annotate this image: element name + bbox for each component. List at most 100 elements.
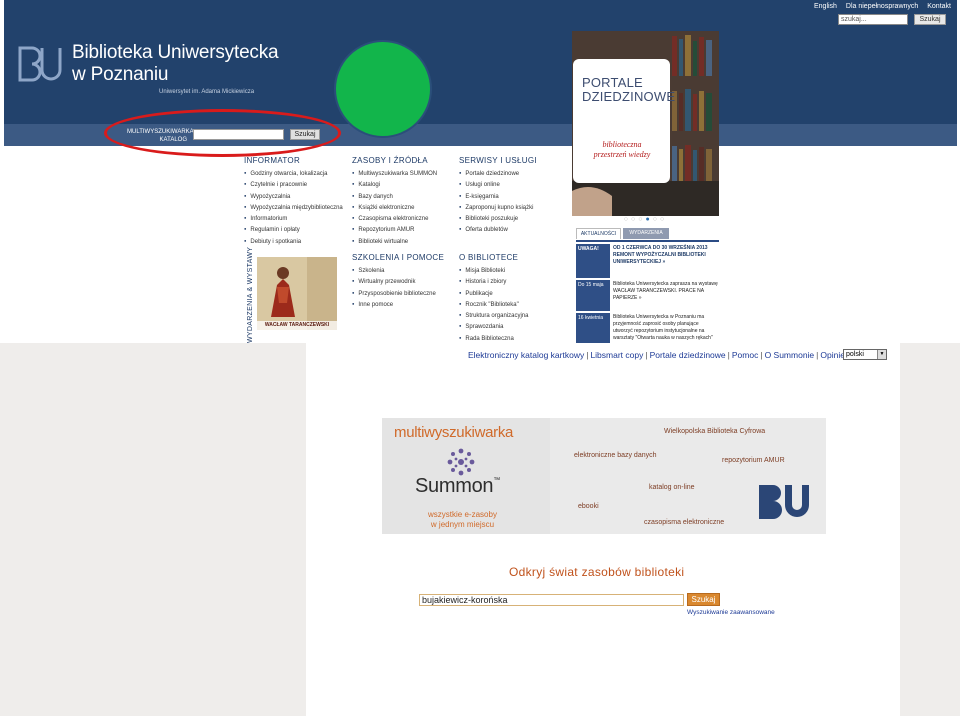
promo-subtitle-line2: przestrzeń wiedzy <box>593 150 651 159</box>
news-date: UWAGA! <box>576 244 610 278</box>
university-subtitle: Uniwersytet im. Adama Mickiewicza <box>159 89 255 95</box>
language-select[interactable]: polski ▼ <box>843 349 887 360</box>
exhibition-image[interactable]: WACŁAW TARANCZEWSKI <box>257 257 337 330</box>
discover-heading: Odkryj świat zasobów biblioteki <box>509 565 685 579</box>
menu-zasoby: ZASOBY I ŹRÓDŁA Multiwyszukiwarka SUMMON… <box>352 156 437 247</box>
menu-item[interactable]: Książki elektroniczne <box>352 202 437 213</box>
menu-item[interactable]: Przysposobienie biblioteczne <box>352 288 444 299</box>
link-separator: | <box>816 350 819 360</box>
chevron-down-icon[interactable]: ▼ <box>877 350 886 359</box>
menu-item[interactable]: Rocznik "Biblioteka" <box>459 299 528 310</box>
link-separator: | <box>727 350 730 360</box>
promo-title-line1: PORTALE <box>582 75 643 90</box>
link-card-catalog[interactable]: Elektroniczny katalog kartkowy <box>468 350 584 360</box>
tab-wydarzenia[interactable]: WYDARZENIA <box>623 228 669 239</box>
stage: English Dla niepełnosprawnych Kontakt sz… <box>0 0 960 716</box>
menu-item[interactable]: Wirtualny przewodnik <box>352 276 444 287</box>
site-search-input[interactable]: szukaj... <box>838 14 908 25</box>
menu-item[interactable]: Oferta dubletów <box>459 224 537 235</box>
link-accessibility[interactable]: Dla niepełnosprawnych <box>846 3 918 10</box>
summon-search-button[interactable]: Szukaj <box>687 593 720 606</box>
events-vertical-label: WYDARZENIA & WYSTAWY <box>247 246 254 343</box>
banner-word: repozytorium AMUR <box>722 457 785 464</box>
banner-multiwyszukiwarka: multiwyszukiwarka <box>394 424 514 441</box>
news-text: Biblioteka Uniwersytecka w Poznaniu ma p… <box>613 314 713 341</box>
menu-item[interactable]: E-księgarnia <box>459 191 537 202</box>
menu-item[interactable]: Wypożyczalnia <box>244 191 343 202</box>
menu-item[interactable]: Bazy danych <box>352 191 437 202</box>
promo-subtitle-line1: biblioteczna <box>602 140 642 149</box>
banner-tagline-line1: wszystkie e-zasoby <box>428 510 497 519</box>
summon-dots-icon <box>447 448 475 476</box>
exhibition-caption: WACŁAW TARANCZEWSKI <box>257 321 337 330</box>
menu-item[interactable]: Szkolenia <box>352 265 444 276</box>
link-about-summon[interactable]: O Summonie <box>765 350 815 360</box>
news-text: OD 1 CZERWCA DO 30 WRZEŚNIA 2013 REMONT … <box>613 245 708 265</box>
menu-item[interactable]: Godziny otwarcia, lokalizacja <box>244 168 343 179</box>
link-libsmart[interactable]: Libsmart copy <box>590 350 643 360</box>
summon-search-input[interactable]: bujakiewicz-korońska <box>419 594 684 606</box>
top-utility-links: English Dla niepełnosprawnych Kontakt <box>807 3 951 10</box>
banner-tagline: wszystkie e-zasoby w jednym miejscu <box>415 510 510 530</box>
promo-title-line2: DZIEDZINOWE <box>582 89 676 104</box>
link-separator: | <box>586 350 589 360</box>
link-help[interactable]: Pomoc <box>732 350 758 360</box>
menu-informator: INFORMATOR Godziny otwarcia, lokalizacja… <box>244 156 343 247</box>
tabs-divider <box>576 240 719 242</box>
link-separator: | <box>760 350 763 360</box>
menu-item[interactable]: Sprawozdania <box>459 321 528 332</box>
language-value: polski <box>846 351 864 358</box>
link-english[interactable]: English <box>814 3 837 10</box>
menu-o-bibliotece: O BIBLIOTECE Misja BibliotekiHistoria i … <box>459 253 528 343</box>
carousel-dots[interactable]: ○○○●○○ <box>572 216 719 226</box>
menu-item[interactable]: Rada Biblioteczna <box>459 333 528 343</box>
news-item[interactable]: UWAGA! OD 1 CZERWCA DO 30 WRZEŚNIA 2013 … <box>576 244 719 278</box>
news-date: 16 kwietnia <box>576 313 610 343</box>
menu-szkolenia: SZKOLENIA I POMOCE SzkoleniaWirtualny pr… <box>352 253 444 310</box>
menu-item[interactable]: Informatorium <box>244 213 343 224</box>
menu-heading-informator[interactable]: INFORMATOR <box>244 156 343 168</box>
news-item[interactable]: 16 kwietnia Biblioteka Uniwersytecka w P… <box>576 313 719 343</box>
menu-item[interactable]: Katalogi <box>352 179 437 190</box>
library-name[interactable]: Biblioteka Uniwersytecka w Poznaniu <box>72 42 279 86</box>
link-portals[interactable]: Portale dziedzinowe <box>650 350 726 360</box>
menu-list-o-bibliotece: Misja BibliotekiHistoria i zbioryPublika… <box>459 265 528 343</box>
banner-summon-logo: Summon™ <box>415 475 500 498</box>
menu-item[interactable]: Usługi online <box>459 179 537 190</box>
menu-heading-serwisy[interactable]: SERWISY I USŁUGI <box>459 156 537 168</box>
menu-item[interactable]: Regulamin i opłaty <box>244 224 343 235</box>
menu-item[interactable]: Portale dziedzinowe <box>459 168 537 179</box>
menu-item[interactable]: Biblioteki poszukuje <box>459 213 537 224</box>
menu-list-serwisy: Portale dziedzinoweUsługi onlineE-księga… <box>459 168 537 236</box>
link-contact[interactable]: Kontakt <box>927 3 951 10</box>
menu-item[interactable]: Zaproponuj kupno książki <box>459 202 537 213</box>
menu-item[interactable]: Struktura organizacyjna <box>459 310 528 321</box>
menu-list-informator: Godziny otwarcia, lokalizacjaCzytelnie i… <box>244 168 343 247</box>
menu-item[interactable]: Czasopisma elektroniczne <box>352 213 437 224</box>
menu-heading-szkolenia[interactable]: SZKOLENIA I POMOCE <box>352 253 444 265</box>
library-name-line1: Biblioteka Uniwersytecka <box>72 42 279 63</box>
menu-item[interactable]: Multiwyszukiwarka SUMMON <box>352 168 437 179</box>
bu-logo-icon[interactable] <box>18 44 62 84</box>
menu-item[interactable]: Czytelnie i pracownie <box>244 179 343 190</box>
menu-heading-zasoby[interactable]: ZASOBY I ŹRÓDŁA <box>352 156 437 168</box>
menu-item[interactable]: Biblioteki wirtualne <box>352 236 437 247</box>
tab-aktualnosci[interactable]: AKTUALNOŚCI <box>576 228 621 239</box>
bu-logo-icon <box>759 485 809 519</box>
advanced-search-link[interactable]: Wyszukiwanie zaawansowane <box>687 609 775 616</box>
site-search-button[interactable]: Szukaj <box>914 14 946 25</box>
menu-heading-o-bibliotece[interactable]: O BIBLIOTECE <box>459 253 528 265</box>
menu-item[interactable]: Wypożyczalnia międzybiblioteczna <box>244 202 342 213</box>
promo-subtitle: biblioteczna przestrzeń wiedzy <box>582 140 662 160</box>
news-text: Biblioteka Uniwersytecka zaprasza na wys… <box>613 281 718 301</box>
menu-item[interactable]: Debiuty i spotkania <box>244 236 343 247</box>
banner-tagline-line2: w jednym miejscu <box>430 520 495 529</box>
catalog-links-row: Elektroniczny katalog kartkowy | Libsmart … <box>468 350 851 360</box>
menu-item[interactable]: Inne pomoce <box>352 299 444 310</box>
menu-item[interactable]: Repozytorium AMUR <box>352 224 437 235</box>
news-item[interactable]: Do 15 maja Biblioteka Uniwersytecka zapr… <box>576 280 719 311</box>
link-opinions[interactable]: Opinie <box>820 350 845 360</box>
menu-item[interactable]: Historia i zbiory <box>459 276 528 287</box>
menu-item[interactable]: Publikacje <box>459 288 528 299</box>
menu-item[interactable]: Misja Biblioteki <box>459 265 528 276</box>
